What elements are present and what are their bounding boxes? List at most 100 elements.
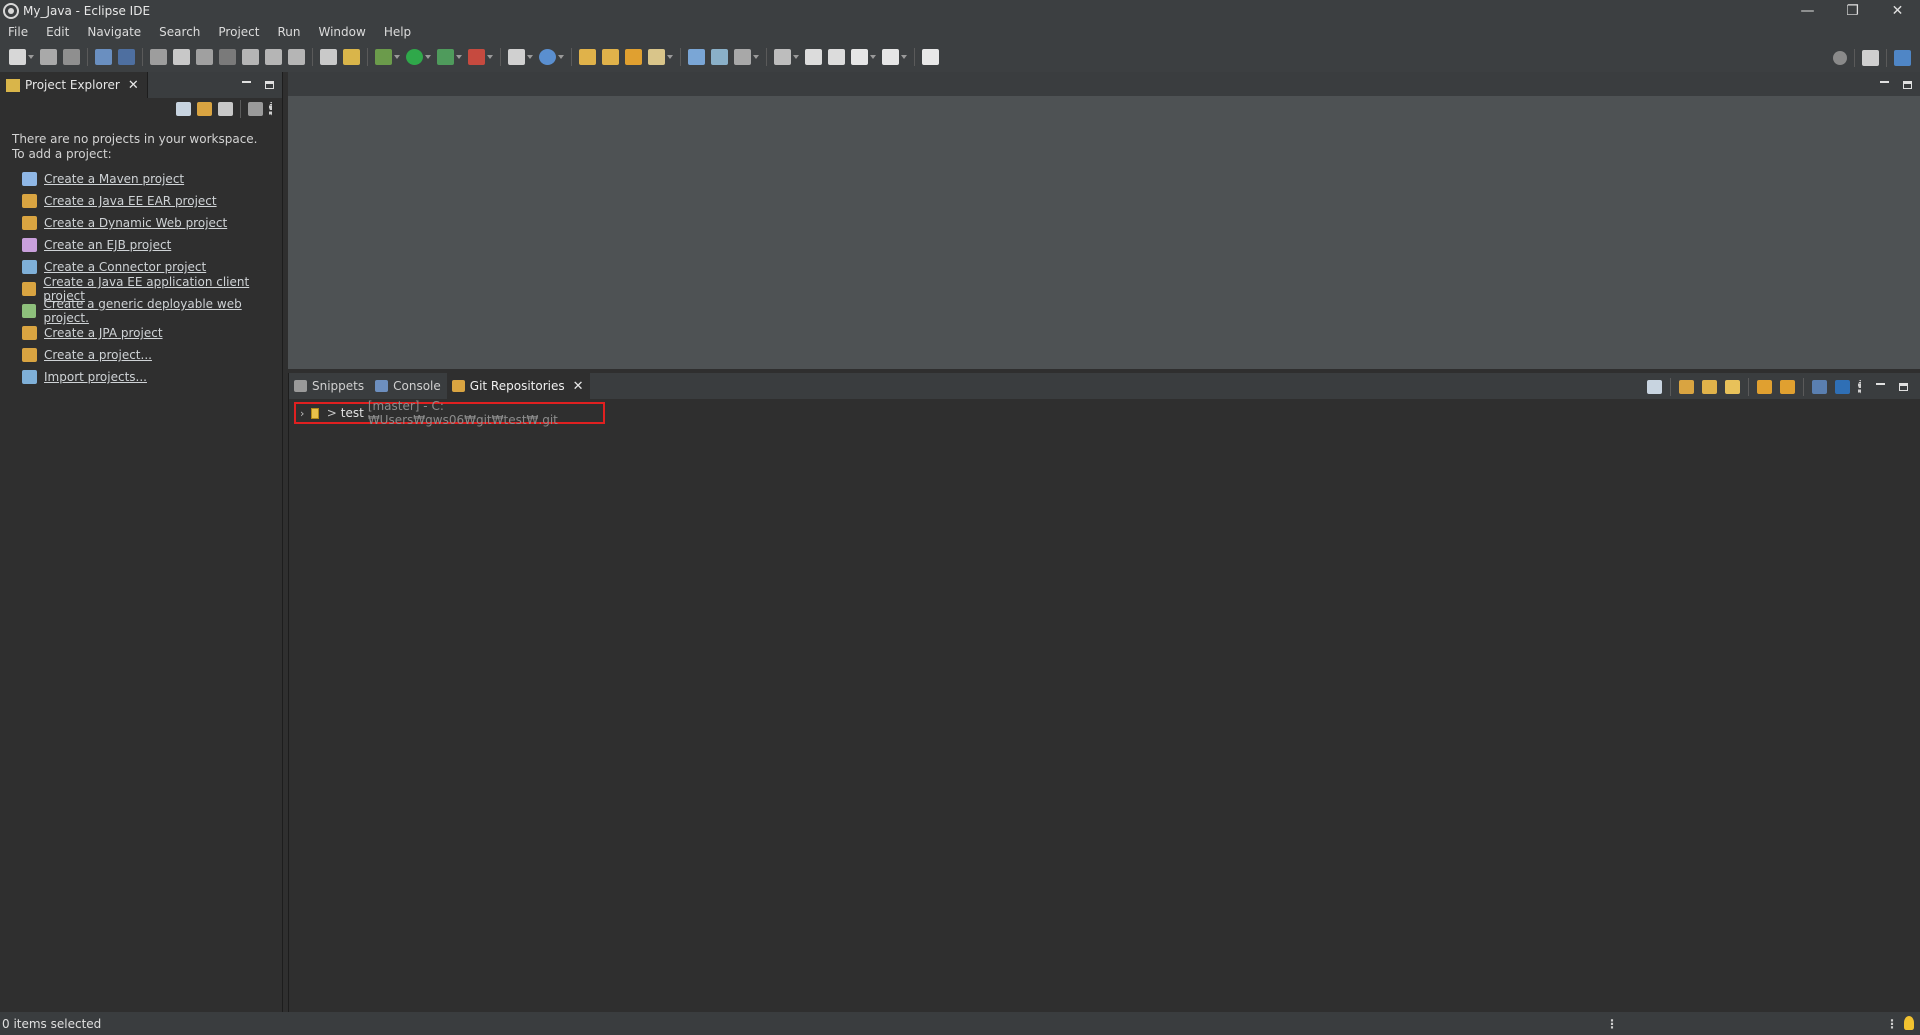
create-maven-project-link[interactable]: Create a Maven project [12, 168, 282, 190]
close-icon[interactable]: ✕ [128, 78, 139, 93]
open-perspective-icon[interactable] [1862, 50, 1879, 66]
create-jpa-project-link[interactable]: Create a JPA project [12, 322, 282, 344]
next-edit-icon[interactable] [828, 49, 845, 65]
expand-chevron-icon[interactable]: › [300, 407, 304, 420]
collapse-all-icon[interactable] [176, 102, 191, 116]
debug-icon[interactable] [375, 49, 392, 65]
maximize-icon[interactable] [1903, 81, 1912, 89]
tab-project-explorer[interactable]: Project Explorer ✕ [0, 72, 148, 98]
new-java-project-icon[interactable] [579, 49, 596, 65]
external-tools-icon[interactable] [468, 49, 485, 65]
forward-arrow-icon[interactable] [882, 49, 899, 65]
maximize-icon[interactable] [265, 81, 274, 89]
focus-on-task-icon[interactable] [248, 102, 263, 116]
tab-console[interactable]: Console [370, 373, 447, 399]
show-hierarchical-icon[interactable] [1812, 380, 1827, 394]
editor-area[interactable] [288, 72, 1920, 369]
open-type-icon[interactable] [688, 49, 705, 65]
annotation-dropdown-icon[interactable] [753, 55, 759, 59]
previous-edit-icon[interactable] [805, 49, 822, 65]
pin-editor-dropdown-icon[interactable] [793, 55, 799, 59]
debug-dropdown-icon[interactable] [394, 55, 400, 59]
annotation-icon[interactable] [734, 49, 751, 65]
external-tools-dropdown-icon[interactable] [487, 55, 493, 59]
new-icon[interactable] [9, 49, 26, 65]
close-icon[interactable]: ✕ [573, 379, 584, 394]
suspend-icon[interactable] [173, 49, 190, 65]
show-whitespace-icon[interactable] [343, 49, 360, 65]
clone-repository-icon[interactable] [1702, 380, 1717, 394]
create-ear-project-link[interactable]: Create a Java EE EAR project [12, 190, 282, 212]
search-tool-dropdown-icon[interactable] [667, 55, 673, 59]
maximize-icon[interactable] [1899, 383, 1908, 391]
menu-file[interactable]: File [2, 25, 34, 39]
terminate-icon[interactable] [196, 49, 213, 65]
pin-editor-icon[interactable] [774, 49, 791, 65]
minimize-icon[interactable] [1876, 383, 1885, 385]
step-return-icon[interactable] [288, 49, 305, 65]
minimize-window-button[interactable]: — [1785, 0, 1830, 22]
menu-search[interactable]: Search [153, 25, 206, 39]
create-generic-web-project-link[interactable]: Create a generic deployable web project. [12, 297, 282, 325]
new-package-icon[interactable] [602, 49, 619, 65]
minimize-icon[interactable] [1880, 81, 1889, 83]
tab-snippets[interactable]: Snippets [289, 373, 370, 399]
step-over-icon[interactable] [265, 49, 282, 65]
create-repository-icon[interactable] [1725, 380, 1740, 394]
web-browser-icon[interactable] [539, 49, 556, 65]
resume-icon[interactable] [150, 49, 167, 65]
new-dropdown-icon[interactable] [28, 55, 34, 59]
add-existing-repository-icon[interactable] [1679, 380, 1694, 394]
step-into-icon[interactable] [242, 49, 259, 65]
new-server-icon[interactable] [508, 49, 525, 65]
create-web-project-link[interactable]: Create a Dynamic Web project [12, 212, 282, 234]
menu-window[interactable]: Window [312, 25, 371, 39]
run-icon[interactable] [406, 49, 423, 65]
new-server-dropdown-icon[interactable] [527, 55, 533, 59]
link-with-editor-icon[interactable] [1835, 380, 1850, 394]
view-menu-icon[interactable] [269, 102, 273, 116]
open-folder-icon[interactable] [625, 49, 642, 65]
disconnect-icon[interactable] [219, 49, 236, 65]
toggle-block-selection-icon[interactable] [320, 49, 337, 65]
tip-lightbulb-icon[interactable] [1904, 1016, 1914, 1030]
java-ee-perspective-icon[interactable] [1894, 50, 1911, 66]
link-with-selection-icon[interactable] [1780, 380, 1795, 394]
filter-icon[interactable] [218, 102, 233, 116]
create-ejb-project-link[interactable]: Create an EJB project [12, 234, 282, 256]
search-icon[interactable] [1833, 51, 1847, 65]
menu-edit[interactable]: Edit [40, 25, 75, 39]
menu-help[interactable]: Help [378, 25, 417, 39]
link-with-editor-icon[interactable] [197, 102, 212, 116]
coverage-icon[interactable] [437, 49, 454, 65]
refresh-icon[interactable] [1757, 380, 1772, 394]
forward-dropdown-icon[interactable] [901, 55, 907, 59]
coverage-dropdown-icon[interactable] [456, 55, 462, 59]
create-project-link[interactable]: Create a project... [12, 344, 282, 366]
view-menu-icon[interactable] [1858, 380, 1862, 394]
collapse-all-icon[interactable] [1647, 380, 1662, 394]
search-tool-icon[interactable] [648, 49, 665, 65]
toolbar-separator [142, 48, 143, 66]
save-icon[interactable] [40, 49, 57, 65]
tab-git-repositories[interactable]: Git Repositories ✕ [446, 373, 590, 399]
web-browser-dropdown-icon[interactable] [558, 55, 564, 59]
toolbar-separator [1670, 378, 1671, 396]
back-arrow-icon[interactable] [851, 49, 868, 65]
save-all-icon[interactable] [63, 49, 80, 65]
menu-run[interactable]: Run [271, 25, 306, 39]
open-task-icon[interactable] [711, 49, 728, 65]
skip-breakpoints-icon[interactable] [118, 49, 135, 65]
menu-project[interactable]: Project [212, 25, 265, 39]
restore-window-button[interactable]: ❐ [1830, 0, 1875, 22]
terminal-icon[interactable] [95, 49, 112, 65]
menu-navigate[interactable]: Navigate [81, 25, 147, 39]
git-repository-item[interactable]: › > test [master] - C:₩Users₩gws06₩git₩t… [294, 399, 605, 427]
open-console-icon[interactable] [922, 49, 939, 65]
back-dropdown-icon[interactable] [870, 55, 876, 59]
minimize-icon[interactable] [242, 81, 251, 83]
window-controls: — ❐ ✕ [1785, 0, 1920, 22]
close-window-button[interactable]: ✕ [1875, 0, 1920, 22]
run-dropdown-icon[interactable] [425, 55, 431, 59]
import-projects-link[interactable]: Import projects... [12, 366, 282, 388]
